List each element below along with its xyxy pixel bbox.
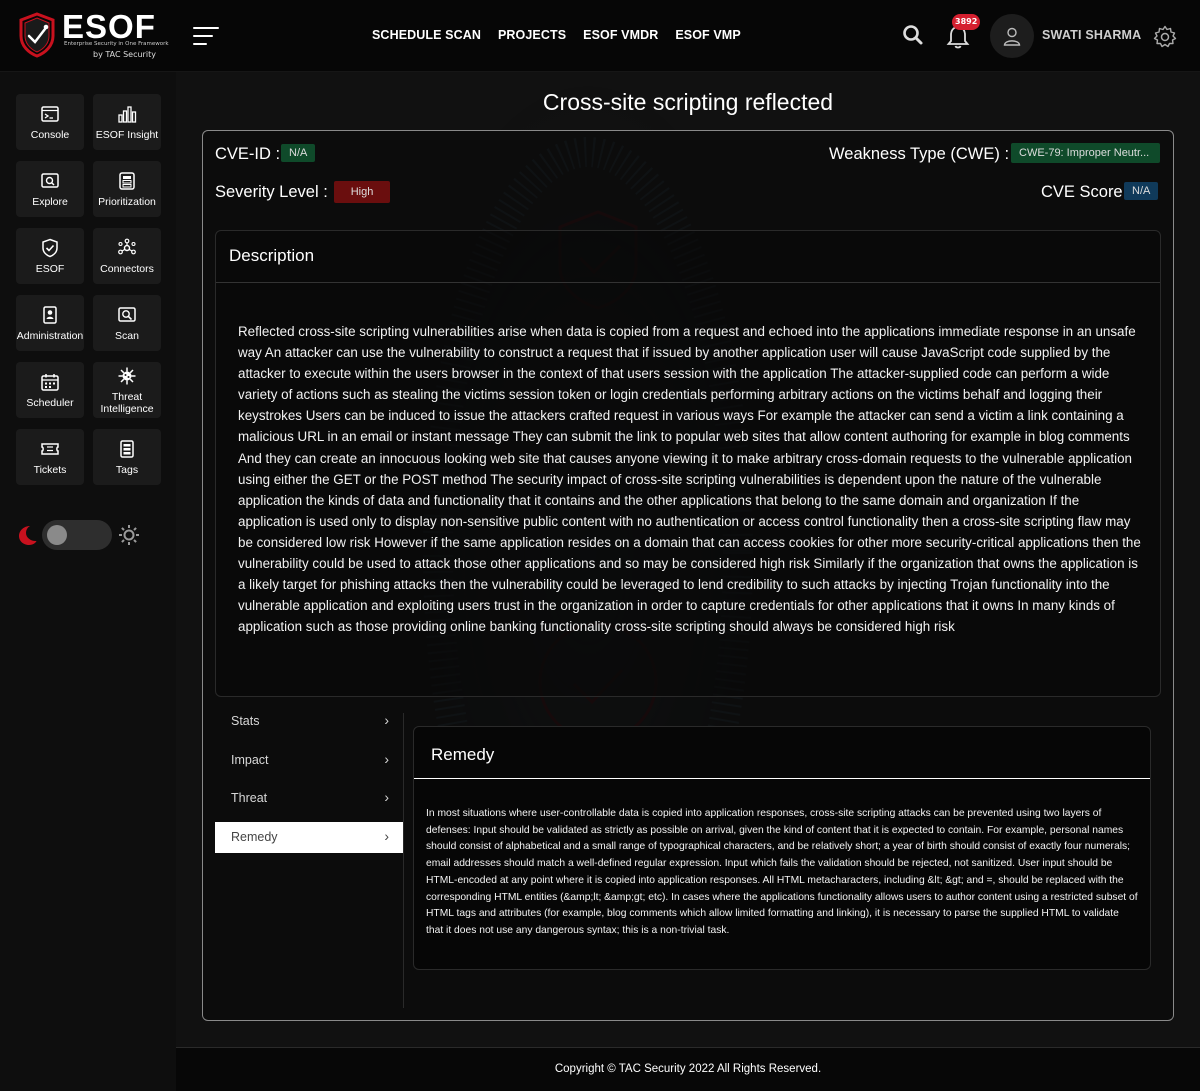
- chevron-right-icon: ›: [384, 751, 389, 767]
- user-avatar[interactable]: [990, 14, 1034, 58]
- top-bar: ESOF Enterprise Security in One Framewor…: [0, 0, 1200, 72]
- cve-score-badge: N/A: [1124, 182, 1159, 200]
- sidebar-item-label: ESOF Insight: [95, 128, 159, 141]
- nav-esof-vmdr[interactable]: ESOF VMDR: [583, 28, 658, 42]
- tab-impact[interactable]: Impact ›: [215, 745, 403, 776]
- remedy-header: Remedy: [414, 727, 1150, 779]
- remedy-panel: Remedy In most situations where user-con…: [413, 726, 1151, 970]
- chevron-right-icon: ›: [384, 789, 389, 805]
- main-content: Cross-site scripting reflected CVE-ID : …: [176, 72, 1200, 1047]
- explore-icon: [41, 172, 59, 188]
- sidebar-item-label: Administration: [16, 329, 84, 342]
- tab-label: Threat: [231, 791, 268, 805]
- connectors-icon: [118, 238, 136, 254]
- prioritization-icon: [119, 171, 135, 190]
- tab-label: Remedy: [231, 830, 278, 844]
- sidebar-item-explore[interactable]: Explore: [16, 161, 84, 217]
- severity-badge: High: [334, 181, 390, 203]
- sidebar-item-esof-insight[interactable]: ESOF Insight: [93, 94, 161, 150]
- sidebar-item-label: Connectors: [100, 262, 154, 275]
- theme-switcher: [16, 518, 146, 550]
- sidebar-item-tags[interactable]: Tags: [93, 429, 161, 485]
- sidebar-item-label: Scheduler: [26, 396, 74, 409]
- severity-label: Severity Level :: [215, 183, 328, 201]
- cwe-label: Weakness Type (CWE) :: [829, 145, 1010, 163]
- nav-esof-vmp[interactable]: ESOF VMP: [675, 28, 740, 42]
- shield-logo-icon: [19, 12, 55, 58]
- tab-remedy[interactable]: Remedy ›: [215, 822, 403, 853]
- chevron-right-icon: ›: [384, 828, 389, 844]
- search-icon[interactable]: [902, 24, 924, 46]
- notification-count-badge[interactable]: 3892: [952, 14, 981, 30]
- description-heading: Description: [229, 246, 315, 265]
- tab-label: Impact: [231, 753, 269, 767]
- sidebar-item-label: Threat Intelligence: [100, 390, 154, 415]
- sidebar-item-label: Tickets: [33, 463, 67, 476]
- sidebar-item-scan[interactable]: Scan: [93, 295, 161, 351]
- description-panel: Description Reflected cross-site scripti…: [215, 230, 1161, 697]
- sidebar-item-label: Scan: [115, 329, 139, 342]
- sidebar-grid: Console ESOF Insight Explore Prioritizat…: [16, 94, 161, 485]
- moon-icon[interactable]: [16, 524, 38, 546]
- footer: Copyright © TAC Security 2022 All Rights…: [176, 1047, 1200, 1091]
- cve-id-label: CVE-ID :: [215, 145, 281, 163]
- tab-label: Stats: [231, 714, 260, 728]
- top-nav: SCHEDULE SCAN PROJECTS ESOF VMDR ESOF VM…: [372, 28, 741, 42]
- sidebar-item-scheduler[interactable]: Scheduler: [16, 362, 84, 418]
- cve-id-badge: N/A: [281, 144, 316, 162]
- tags-icon: [120, 439, 134, 458]
- shield-check-icon: [42, 238, 58, 257]
- theme-toggle-switch[interactable]: [42, 520, 112, 550]
- sidebar: Console ESOF Insight Explore Prioritizat…: [0, 72, 176, 1091]
- sidebar-item-label: Tags: [115, 463, 139, 476]
- brand-by: by TAC Security: [93, 50, 156, 59]
- toggle-knob: [47, 525, 67, 545]
- brand-tagline: Enterprise Security in One Framework: [64, 41, 169, 47]
- console-icon: [41, 105, 59, 122]
- copyright-text: Copyright © TAC Security 2022 All Rights…: [554, 1063, 822, 1075]
- sidebar-item-administration[interactable]: Administration: [16, 295, 84, 351]
- esof-logo[interactable]: ESOF Enterprise Security in One Framewor…: [18, 8, 169, 62]
- menu-toggle-button[interactable]: [193, 25, 219, 47]
- sidebar-item-connectors[interactable]: Connectors: [93, 228, 161, 284]
- sidebar-item-console[interactable]: Console: [16, 94, 84, 150]
- tab-stats[interactable]: Stats ›: [215, 706, 403, 737]
- nav-schedule-scan[interactable]: SCHEDULE SCAN: [372, 28, 481, 42]
- administration-icon: [43, 305, 57, 324]
- description-text: Reflected cross-site scripting vulnerabi…: [238, 324, 1141, 635]
- virus-icon: [118, 367, 136, 384]
- ticket-icon: [41, 442, 59, 455]
- username-label[interactable]: SWATI SHARMA: [1042, 28, 1141, 42]
- sidebar-item-label: Console: [30, 128, 70, 141]
- nav-projects[interactable]: PROJECTS: [498, 28, 566, 42]
- sidebar-item-label: Prioritization: [98, 195, 156, 208]
- scan-icon: [118, 306, 136, 322]
- vulnerability-card: CVE-ID : N/A Weakness Type (CWE) : CWE-7…: [202, 130, 1174, 1021]
- description-header: Description: [216, 231, 1160, 283]
- calendar-icon: [41, 373, 59, 391]
- cwe-badge[interactable]: CWE-79: Improper Neutr...: [1011, 143, 1160, 163]
- remedy-text: In most situations where user-controllab…: [426, 808, 1138, 936]
- sidebar-item-esof[interactable]: ESOF: [16, 228, 84, 284]
- tab-threat[interactable]: Threat ›: [215, 783, 403, 814]
- page-title: Cross-site scripting reflected: [542, 89, 834, 115]
- chevron-right-icon: ›: [384, 712, 389, 728]
- sun-icon[interactable]: [118, 524, 140, 546]
- remedy-heading: Remedy: [431, 745, 495, 764]
- sidebar-item-tickets[interactable]: Tickets: [16, 429, 84, 485]
- sidebar-item-label: ESOF: [35, 262, 65, 275]
- sidebar-item-label: Explore: [32, 195, 68, 208]
- bar-chart-icon: [118, 105, 137, 123]
- sidebar-item-threat-intelligence[interactable]: Threat Intelligence: [93, 362, 161, 418]
- cve-score-label: CVE Score:: [1041, 183, 1128, 201]
- detail-tabs: Stats › Impact › Threat › Remedy ›: [215, 712, 404, 1008]
- settings-gear-icon[interactable]: [1153, 25, 1177, 49]
- user-icon: [1003, 27, 1021, 46]
- sidebar-item-prioritization[interactable]: Prioritization: [93, 161, 161, 217]
